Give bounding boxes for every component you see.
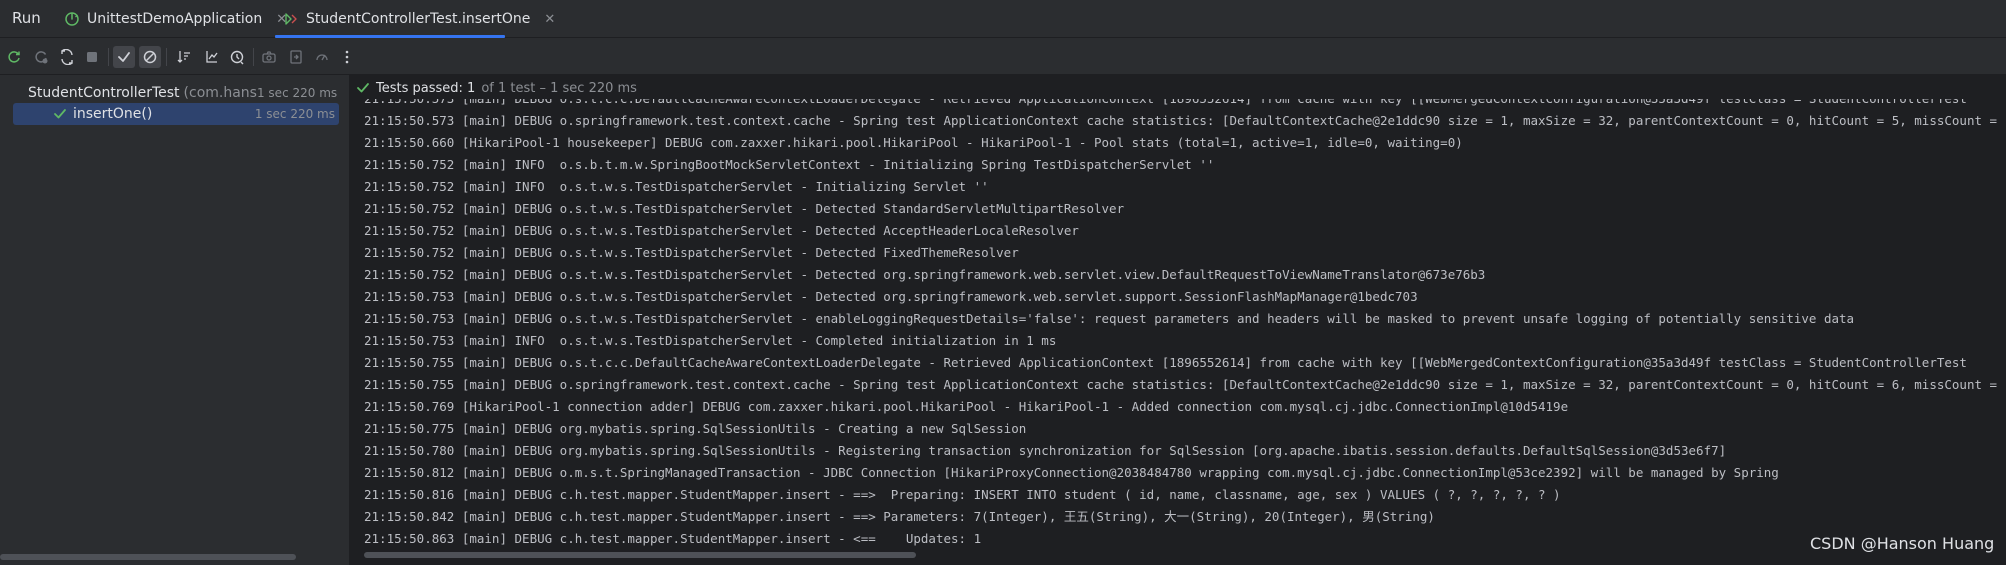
- log-line: 21:15:50.816 [main] DEBUG c.h.test.mappe…: [364, 487, 1561, 502]
- toolbar-separator: [108, 48, 109, 66]
- log-line: 21:15:50.775 [main] DEBUG org.mybatis.sp…: [364, 421, 1027, 436]
- tests-passed-label: Tests passed: 1: [376, 80, 476, 96]
- log-line: 21:15:50.573 [main] DEBUG o.s.t.c.c.Defa…: [364, 99, 2004, 110]
- spring-boot-icon: [65, 12, 79, 26]
- rerun-failed-button[interactable]: [30, 46, 52, 68]
- log-line: 21:15:50.573 [main] DEBUG o.springframew…: [364, 113, 2004, 128]
- sort-by-duration-button[interactable]: [200, 46, 222, 68]
- close-icon[interactable]: ✕: [544, 12, 555, 27]
- log-line: 21:15:50.753 [main] DEBUG o.s.t.w.s.Test…: [364, 311, 1855, 326]
- tree-node-duration: 1 sec 220 ms: [254, 107, 335, 121]
- tab-unittest-demo-application[interactable]: UnittestDemoApplication ✕: [64, 0, 287, 38]
- tree-node-label: insertOne(): [73, 106, 153, 122]
- import-tests-button[interactable]: [285, 46, 307, 68]
- log-line: 21:15:50.753 [main] INFO o.s.t.w.s.TestD…: [364, 333, 1057, 348]
- run-tool-window-tabbar: Run UnittestDemoApplication ✕ StudentCon…: [0, 0, 2006, 38]
- test-results-tree: StudentControllerTest (com.hans 1 sec 22…: [0, 75, 349, 565]
- log-line: 21:15:50.755 [main] DEBUG o.s.t.c.c.Defa…: [364, 355, 1967, 370]
- sort-by-duration-icon: [206, 51, 218, 63]
- tab-label: StudentControllerTest.insertOne: [306, 11, 531, 27]
- tree-node-package: (com.hans: [183, 85, 257, 101]
- history-icon: [230, 50, 244, 65]
- more-options-button[interactable]: [336, 46, 358, 68]
- stop-button[interactable]: [81, 46, 103, 68]
- log-line: 21:15:50.752 [main] INFO o.s.t.w.s.TestD…: [364, 179, 989, 194]
- toggle-auto-test-button[interactable]: [56, 46, 78, 68]
- show-passed-toggle[interactable]: [113, 46, 135, 68]
- log-line: 21:15:50.842 [main] DEBUG c.h.test.mappe…: [364, 509, 1435, 524]
- toolbar-separator: [166, 48, 167, 66]
- tree-node-insert-one[interactable]: insertOne() 1 sec 220 ms: [13, 103, 339, 125]
- rerun-button[interactable]: [3, 46, 25, 68]
- console-horizontal-scrollbar[interactable]: [364, 552, 916, 558]
- log-line: 21:15:50.863 [main] DEBUG c.h.test.mappe…: [364, 531, 982, 546]
- stop-icon: [87, 52, 97, 62]
- junit-test-icon: [285, 13, 297, 25]
- tests-summary-detail: of 1 test – 1 sec 220 ms: [481, 80, 637, 96]
- log-line: 21:15:50.753 [main] DEBUG o.s.t.w.s.Test…: [364, 289, 1418, 304]
- watermark: CSDN @Hanson Huang: [1810, 534, 1995, 553]
- tree-node-student-controller-test[interactable]: StudentControllerTest (com.hans 1 sec 22…: [14, 82, 340, 104]
- toggle-auto-test-icon: [61, 49, 73, 65]
- tree-node-label: StudentControllerTest: [28, 85, 180, 101]
- show-passed-icon: [118, 52, 130, 62]
- log-line: 21:15:50.752 [main] DEBUG o.s.t.w.s.Test…: [364, 201, 1125, 216]
- log-line: 21:15:50.752 [main] INFO o.s.b.t.m.w.Spr…: [364, 157, 1215, 172]
- log-line: 21:15:50.752 [main] DEBUG o.s.t.w.s.Test…: [364, 267, 1486, 282]
- rerun-failed-icon: [35, 51, 48, 64]
- log-line: 21:15:50.752 [main] DEBUG o.s.t.w.s.Test…: [364, 223, 1079, 238]
- sort-alphabetically-icon: [177, 51, 190, 63]
- test-statistics-icon: [316, 54, 328, 61]
- test-passed-icon: [357, 83, 369, 93]
- console-output[interactable]: 21:15:50.573 [main] DEBUG o.s.t.c.c.Defa…: [364, 99, 2004, 553]
- tab-label: UnittestDemoApplication: [87, 11, 263, 27]
- more-options-icon: [345, 50, 349, 64]
- log-line: 21:15:50.812 [main] DEBUG o.m.s.t.Spring…: [364, 465, 1779, 480]
- log-line: 21:15:50.752 [main] DEBUG o.s.t.w.s.Test…: [364, 245, 1019, 260]
- test-console: Tests passed: 1 of 1 test – 1 sec 220 ms…: [350, 75, 2006, 565]
- show-ignored-icon: [143, 50, 157, 64]
- tree-horizontal-scrollbar[interactable]: [0, 554, 296, 560]
- test-passed-icon: [54, 109, 66, 119]
- test-statistics-button[interactable]: [311, 46, 333, 68]
- log-line: 21:15:50.780 [main] DEBUG org.mybatis.sp…: [364, 443, 1727, 458]
- export-snapshot-icon: [262, 51, 276, 63]
- export-snapshot-button[interactable]: [258, 46, 280, 68]
- tab-student-controller-test-insert-one[interactable]: StudentControllerTest.insertOne ✕: [283, 0, 555, 38]
- sort-alphabetically-button[interactable]: [173, 46, 195, 68]
- run-tool-window-title: Run: [12, 9, 41, 27]
- log-line: 21:15:50.660 [HikariPool-1 housekeeper] …: [364, 135, 1463, 150]
- log-line: 21:15:50.769 [HikariPool-1 connection ad…: [364, 399, 1569, 414]
- test-history-button[interactable]: [226, 46, 248, 68]
- rerun-icon: [8, 51, 20, 63]
- tree-node-duration: 1 sec 220 ms: [256, 86, 338, 100]
- import-icon: [290, 50, 302, 64]
- test-runner-toolbar: [0, 38, 2006, 75]
- show-ignored-toggle[interactable]: [139, 46, 161, 68]
- test-status-bar: Tests passed: 1 of 1 test – 1 sec 220 ms: [350, 75, 2006, 101]
- log-line: 21:15:50.755 [main] DEBUG o.springframew…: [364, 377, 2004, 392]
- toolbar-separator: [253, 48, 254, 66]
